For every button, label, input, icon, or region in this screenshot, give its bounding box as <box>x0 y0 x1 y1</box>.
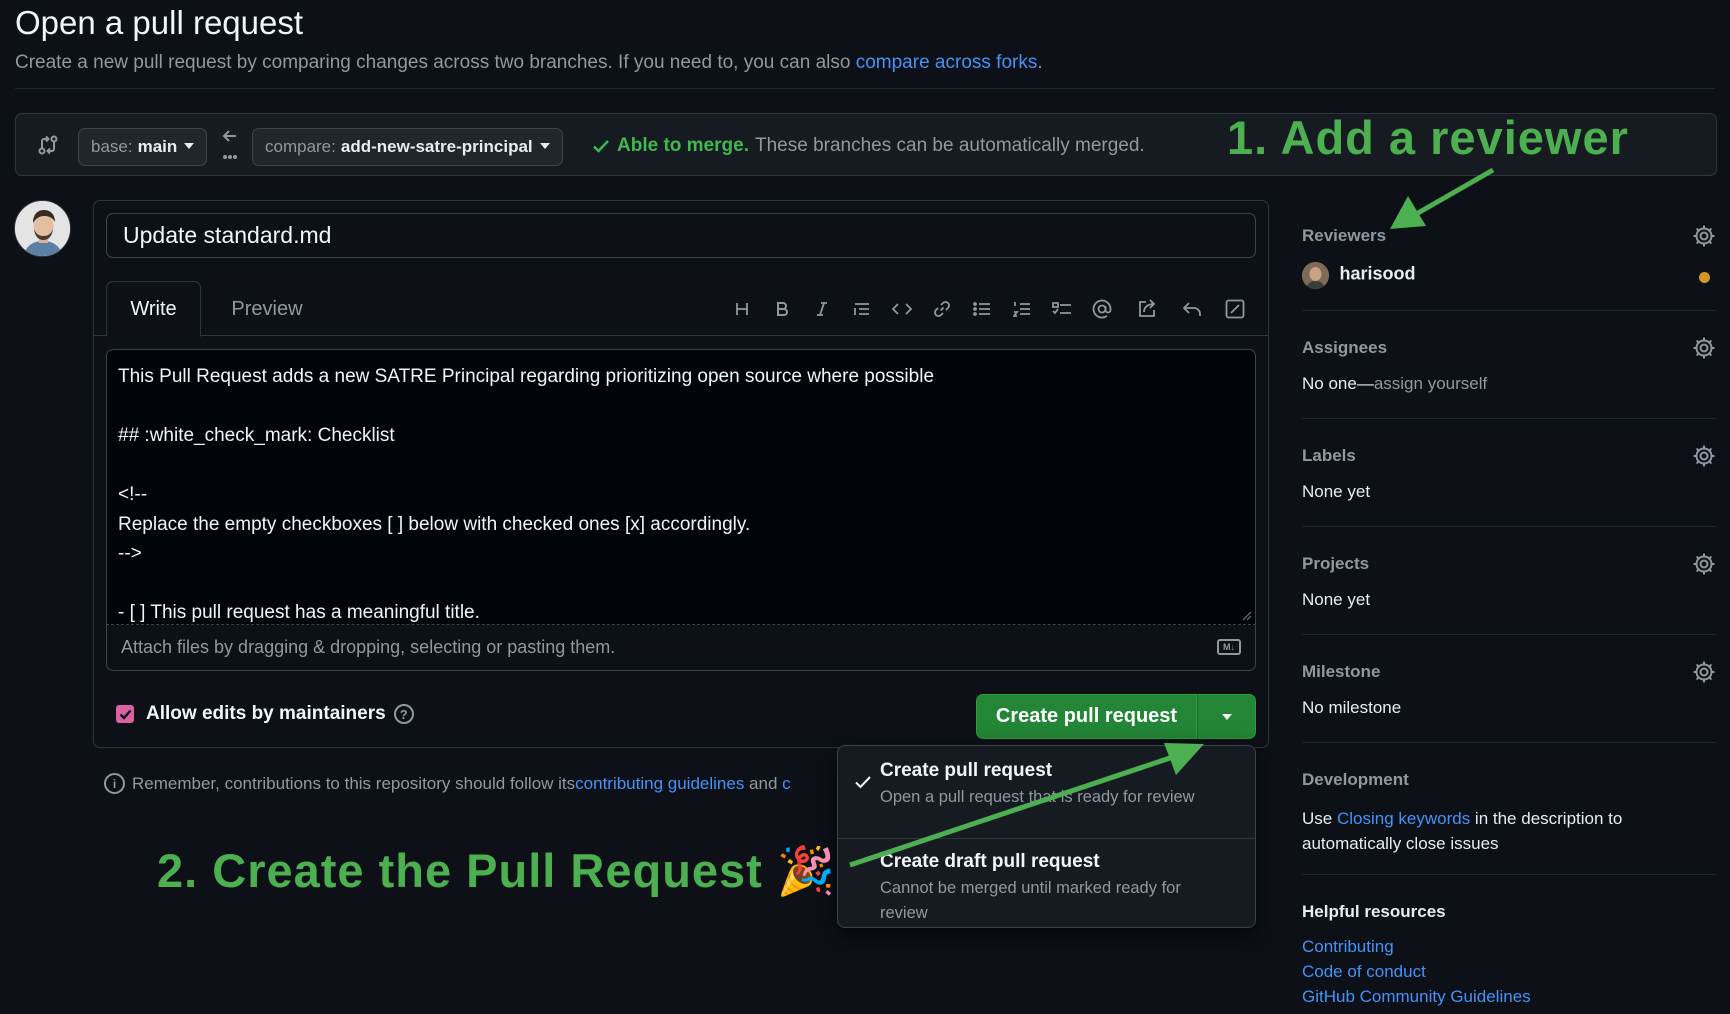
sidebar-labels: Labels None yet <box>1302 444 1716 506</box>
arrow-to-reviewers <box>1390 167 1495 229</box>
development-heading: Development <box>1302 770 1409 789</box>
arrow-to-create-button <box>849 743 1204 868</box>
milestone-value: No milestone <box>1302 698 1402 717</box>
reviewers-heading[interactable]: Reviewers <box>1302 226 1716 246</box>
gear-icon[interactable] <box>1692 224 1716 248</box>
assignees-value: No one—assign yourself <box>1302 374 1716 394</box>
labels-heading[interactable]: Labels <box>1302 446 1716 466</box>
annotation-arrows <box>849 167 1495 868</box>
projects-value: None yet <box>1302 590 1371 609</box>
closing-keywords-link[interactable]: Closing keywords <box>1337 809 1470 828</box>
sidebar-divider <box>1302 418 1716 419</box>
sidebar-assignees: Assignees No one—assign yourself <box>1302 336 1716 398</box>
sidebar-reviewers: Reviewers harisood <box>1302 224 1716 296</box>
development-after: in the description to <box>1470 809 1623 828</box>
sidebar-divider <box>1302 874 1716 875</box>
contributing-link[interactable]: Contributing <box>1302 934 1716 959</box>
code-of-conduct-link[interactable]: Code of conduct <box>1302 959 1716 984</box>
gear-icon[interactable] <box>1692 444 1716 468</box>
development-before: Use <box>1302 809 1337 828</box>
sidebar-divider <box>1302 742 1716 743</box>
reviewer-name[interactable]: harisood <box>1339 264 1415 284</box>
reviewer-avatar <box>1302 262 1329 289</box>
sidebar-milestone: Milestone No milestone <box>1302 660 1716 722</box>
pending-review-dot <box>1699 272 1710 283</box>
gear-icon[interactable] <box>1692 552 1716 576</box>
development-text: Use Closing keywords in the description … <box>1302 806 1716 856</box>
sidebar-projects: Projects None yet <box>1302 552 1716 614</box>
gear-icon[interactable] <box>1692 336 1716 360</box>
community-guidelines-link[interactable]: GitHub Community Guidelines <box>1302 984 1716 1009</box>
labels-value: None yet <box>1302 482 1371 501</box>
sidebar-divider <box>1302 634 1716 635</box>
assignees-none: No one— <box>1302 374 1374 393</box>
assign-yourself-link[interactable]: assign yourself <box>1374 374 1487 393</box>
assignees-heading[interactable]: Assignees <box>1302 338 1716 358</box>
reviewer-row[interactable]: harisood <box>1302 262 1716 289</box>
sidebar-divider <box>1302 310 1716 311</box>
projects-heading[interactable]: Projects <box>1302 554 1716 574</box>
sidebar-divider <box>1302 526 1716 527</box>
gear-icon[interactable] <box>1692 660 1716 684</box>
helpful-resources-heading: Helpful resources <box>1302 902 1446 921</box>
milestone-heading[interactable]: Milestone <box>1302 662 1716 682</box>
sidebar-helpful-resources: Helpful resources Contributing Code of c… <box>1302 902 1716 1012</box>
sidebar-development: Development Use Closing keywords in the … <box>1302 770 1716 860</box>
development-line2: automatically close issues <box>1302 834 1499 853</box>
